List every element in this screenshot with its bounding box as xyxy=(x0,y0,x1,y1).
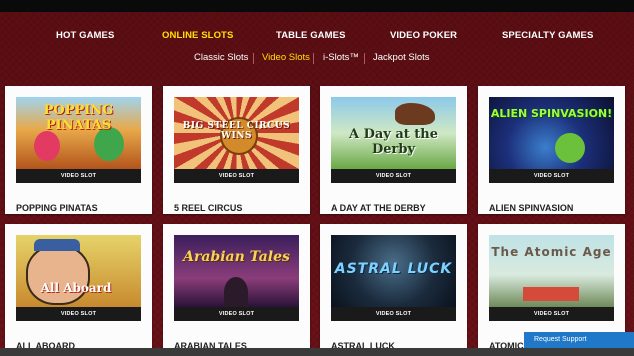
game-type-badge: VIDEO SLOT xyxy=(174,307,299,321)
reel-circus-art: BIG STEEL CIRCUS WINS xyxy=(174,97,299,169)
game-title[interactable]: 5 REEL CIRCUS xyxy=(174,203,242,213)
top-bar xyxy=(0,0,634,12)
alien-spinvasion-art: ALIEN SPINVASION! xyxy=(489,97,614,169)
game-thumbnail[interactable]: POPPING PINATAS VIDEO SLOT xyxy=(16,97,141,183)
game-card[interactable]: A Day at the Derby VIDEO SLOT A DAY AT T… xyxy=(320,86,467,214)
game-thumbnail[interactable]: BIG STEEL CIRCUS WINS VIDEO SLOT xyxy=(174,97,299,183)
game-thumbnail[interactable]: Arabian Tales VIDEO SLOT xyxy=(174,235,299,321)
game-card[interactable]: POPPING PINATAS VIDEO SLOT POPPING PINAT… xyxy=(5,86,152,214)
arabian-tales-art: Arabian Tales xyxy=(174,235,299,307)
atomic-age-art: The Atomic Age xyxy=(489,235,614,307)
game-card[interactable]: ASTRAL LUCK VIDEO SLOT ASTRAL LUCK xyxy=(320,224,467,356)
nav-online-slots[interactable]: ONLINE SLOTS xyxy=(162,30,233,41)
game-thumbnail[interactable]: ASTRAL LUCK VIDEO SLOT xyxy=(331,235,456,321)
game-thumbnail[interactable]: All Aboard VIDEO SLOT xyxy=(16,235,141,321)
subnav-divider xyxy=(253,53,254,64)
nav-table-games[interactable]: TABLE GAMES xyxy=(276,30,346,41)
game-thumbnail[interactable]: ALIEN SPINVASION! VIDEO SLOT xyxy=(489,97,614,183)
subnav-divider xyxy=(313,53,314,64)
bottom-bar xyxy=(0,348,634,356)
derby-art: A Day at the Derby xyxy=(331,97,456,169)
game-type-badge: VIDEO SLOT xyxy=(489,169,614,183)
game-thumbnail[interactable]: The Atomic Age VIDEO SLOT xyxy=(489,235,614,321)
subnav-classic-slots[interactable]: Classic Slots xyxy=(194,52,248,63)
game-thumbnail[interactable]: A Day at the Derby VIDEO SLOT xyxy=(331,97,456,183)
game-type-badge: VIDEO SLOT xyxy=(16,307,141,321)
popping-pinatas-art: POPPING PINATAS xyxy=(16,97,141,169)
subnav-jackpot-slots[interactable]: Jackpot Slots xyxy=(373,52,430,63)
nav-specialty-games[interactable]: SPECIALTY GAMES xyxy=(502,30,593,41)
game-type-badge: VIDEO SLOT xyxy=(16,169,141,183)
game-type-badge: VIDEO SLOT xyxy=(174,169,299,183)
game-type-badge: VIDEO SLOT xyxy=(331,169,456,183)
game-title[interactable]: A DAY AT THE DERBY xyxy=(331,203,426,213)
game-card[interactable]: BIG STEEL CIRCUS WINS VIDEO SLOT 5 REEL … xyxy=(163,86,310,214)
nav-video-poker[interactable]: VIDEO POKER xyxy=(390,30,457,41)
astral-luck-art: ASTRAL LUCK xyxy=(331,235,456,307)
sub-nav: Classic Slots Video Slots i-Slots™ Jackp… xyxy=(0,50,634,66)
game-type-badge: VIDEO SLOT xyxy=(331,307,456,321)
game-card[interactable]: Arabian Tales VIDEO SLOT ARABIAN TALES xyxy=(163,224,310,356)
subnav-i-slots[interactable]: i-Slots™ xyxy=(323,52,359,63)
subnav-video-slots[interactable]: Video Slots xyxy=(262,52,310,63)
game-title[interactable]: ALIEN SPINVASION xyxy=(489,203,573,213)
game-title[interactable]: POPPING PINATAS xyxy=(16,203,98,213)
request-support-button[interactable]: Request Support xyxy=(524,332,634,348)
game-card[interactable]: All Aboard VIDEO SLOT ALL ABOARD xyxy=(5,224,152,356)
nav-hot-games[interactable]: HOT GAMES xyxy=(56,30,114,41)
game-type-badge: VIDEO SLOT xyxy=(489,307,614,321)
all-aboard-art: All Aboard xyxy=(16,235,141,307)
subnav-divider xyxy=(364,53,365,64)
main-nav: HOT GAMES ONLINE SLOTS TABLE GAMES VIDEO… xyxy=(0,24,634,50)
game-card[interactable]: ALIEN SPINVASION! VIDEO SLOT ALIEN SPINV… xyxy=(478,86,625,214)
